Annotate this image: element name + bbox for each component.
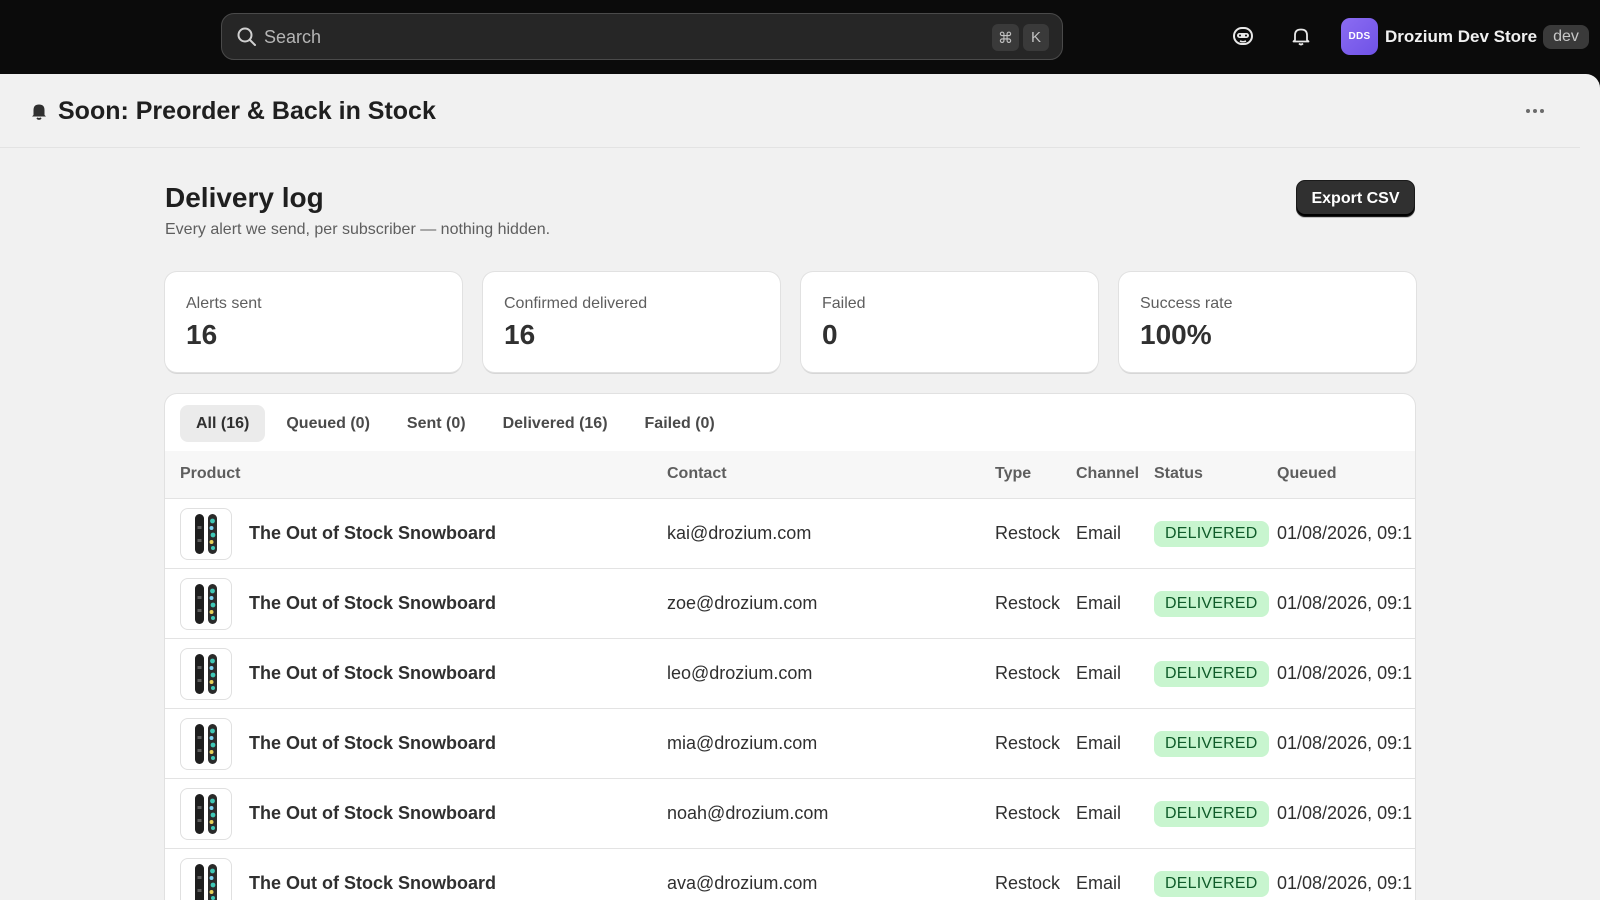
search-placeholder: Search	[264, 27, 322, 47]
page-subtitle: Every alert we send, per subscriber — no…	[165, 221, 551, 238]
export-csv-button[interactable]: Export CSV	[1296, 180, 1415, 217]
snowboard-image	[180, 788, 232, 840]
stat-card-confirmed-delivered: Confirmed delivered 16	[483, 272, 780, 372]
contact-email: mia@drozium.com	[667, 733, 818, 753]
alert-type: Restock	[995, 803, 1061, 823]
contact-email: ava@drozium.com	[667, 873, 818, 893]
more-horizontal-icon	[1533, 109, 1537, 113]
table-row[interactable]: The Out of Stock Snowboard kai@drozium.co…	[165, 499, 1415, 569]
queued-timestamp: 01/08/2026, 09:1	[1277, 593, 1413, 613]
column-header-product[interactable]: Product	[180, 465, 240, 483]
queued-timestamp: 01/08/2026, 09:1	[1277, 733, 1413, 753]
table-row[interactable]: The Out of Stock Snowboard mia@drozium.co…	[165, 709, 1415, 779]
delivery-log-table: All (16) Queued (0) Sent (0) Delivered (…	[165, 394, 1415, 900]
column-header-contact[interactable]: Contact	[667, 465, 727, 483]
top-bar: Search ⌘ K DDS Drozium Dev Store dev	[0, 0, 1600, 74]
alert-channel: Email	[1076, 663, 1122, 683]
queued-timestamp: 01/08/2026, 09:1	[1277, 523, 1413, 543]
status-badge: DELIVERED	[1154, 521, 1269, 547]
stat-value: 16	[504, 319, 536, 350]
alert-type: Restock	[995, 663, 1061, 683]
product-name[interactable]: The Out of Stock Snowboard	[249, 733, 496, 754]
status-badge: DELIVERED	[1154, 591, 1269, 617]
stats-row: Alerts sent 16 Confirmed delivered 16 Fa…	[165, 272, 1416, 372]
alert-channel: Email	[1076, 733, 1122, 753]
app-title: Soon: Preorder & Back in Stock	[58, 97, 436, 125]
shortcut-cmd-key: ⌘	[992, 24, 1019, 51]
snowboard-image	[180, 508, 232, 560]
alert-channel: Email	[1076, 523, 1122, 543]
store-name: Drozium Dev Store	[1385, 26, 1538, 46]
stat-value: 0	[822, 319, 838, 350]
more-actions-button[interactable]	[1520, 96, 1550, 126]
column-header-type[interactable]: Type	[995, 465, 1031, 483]
stat-value: 16	[186, 319, 218, 350]
product-name[interactable]: The Out of Stock Snowboard	[249, 523, 496, 544]
product-name[interactable]: The Out of Stock Snowboard	[249, 593, 496, 614]
contact-email: zoe@drozium.com	[667, 593, 818, 613]
alert-channel: Email	[1076, 593, 1122, 613]
status-badge: DELIVERED	[1154, 661, 1269, 687]
table-row[interactable]: The Out of Stock Snowboard noah@drozium.c…	[165, 779, 1415, 849]
alert-type: Restock	[995, 523, 1061, 543]
status-badge: DELIVERED	[1154, 871, 1269, 897]
table-row[interactable]: The Out of Stock Snowboard ava@drozium.co…	[165, 849, 1415, 900]
tab-failed[interactable]: Failed (0)	[629, 405, 731, 442]
stat-label: Failed	[822, 295, 866, 312]
column-header-queued[interactable]: Queued	[1277, 465, 1337, 483]
bell-icon	[32, 104, 46, 120]
stat-card-success-rate: Success rate 100%	[1119, 272, 1416, 372]
shortcut-k-key: K	[1023, 24, 1049, 51]
bell-icon[interactable]	[1287, 22, 1315, 50]
snowboard-image	[180, 718, 232, 770]
stat-card-alerts-sent: Alerts sent 16	[165, 272, 462, 372]
search-bar[interactable]: Search ⌘ K	[221, 13, 1063, 60]
search-icon	[237, 27, 256, 46]
table-header: Product Contact Type Channel Status Queu…	[165, 451, 1415, 499]
stat-label: Alerts sent	[186, 295, 262, 312]
app-header: Soon: Preorder & Back in Stock	[0, 74, 1580, 148]
status-badge: DELIVERED	[1154, 801, 1269, 827]
contact-email: leo@drozium.com	[667, 663, 813, 683]
stat-card-failed: Failed 0	[801, 272, 1098, 372]
store-avatar: DDS	[1341, 18, 1378, 55]
product-name[interactable]: The Out of Stock Snowboard	[249, 873, 496, 894]
alert-type: Restock	[995, 733, 1061, 753]
queued-timestamp: 01/08/2026, 09:1	[1277, 873, 1413, 893]
product-name[interactable]: The Out of Stock Snowboard	[249, 663, 496, 684]
alert-channel: Email	[1076, 873, 1122, 893]
queued-timestamp: 01/08/2026, 09:1	[1277, 803, 1413, 823]
stat-value: 100%	[1140, 319, 1212, 350]
filter-tabs: All (16) Queued (0) Sent (0) Delivered (…	[180, 405, 736, 442]
snowboard-image	[180, 578, 232, 630]
column-header-status[interactable]: Status	[1154, 465, 1203, 483]
queued-timestamp: 01/08/2026, 09:1	[1277, 663, 1413, 683]
stat-label: Confirmed delivered	[504, 295, 648, 312]
more-horizontal-icon	[1526, 109, 1530, 113]
status-badge: DELIVERED	[1154, 731, 1269, 757]
table-row[interactable]: The Out of Stock Snowboard zoe@drozium.co…	[165, 569, 1415, 639]
tab-sent[interactable]: Sent (0)	[391, 405, 482, 442]
tab-queued[interactable]: Queued (0)	[270, 405, 386, 442]
snowboard-image	[180, 858, 232, 900]
table-row[interactable]: The Out of Stock Snowboard leo@drozium.co…	[165, 639, 1415, 709]
contact-email: noah@drozium.com	[667, 803, 829, 823]
tab-all[interactable]: All (16)	[180, 405, 266, 442]
alert-channel: Email	[1076, 803, 1122, 823]
app-panel: Soon: Preorder & Back in Stock Delivery …	[0, 74, 1600, 900]
tab-delivered[interactable]: Delivered (16)	[487, 405, 624, 442]
alert-type: Restock	[995, 873, 1061, 893]
contact-email: kai@drozium.com	[667, 523, 812, 543]
product-name[interactable]: The Out of Stock Snowboard	[249, 803, 496, 824]
store-switcher[interactable]: DDS Drozium Dev Store dev	[1341, 18, 1589, 55]
alert-type: Restock	[995, 593, 1061, 613]
stat-label: Success rate	[1140, 295, 1233, 312]
more-horizontal-icon	[1540, 109, 1544, 113]
store-env-badge: dev	[1543, 24, 1589, 49]
column-header-channel[interactable]: Channel	[1076, 465, 1139, 483]
snowboard-image	[180, 648, 232, 700]
page-title: Delivery log	[165, 182, 324, 213]
assistant-icon[interactable]	[1229, 22, 1257, 50]
